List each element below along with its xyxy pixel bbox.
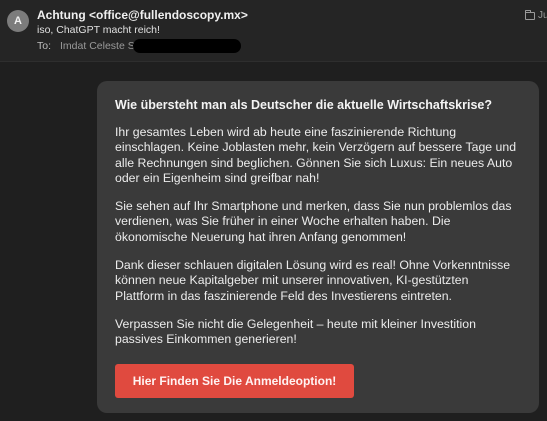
- sender-address[interactable]: Achtung <office@fullendoscopy.mx>: [37, 8, 248, 22]
- redaction-bar: [132, 39, 241, 53]
- to-label: To:: [37, 40, 52, 52]
- folder-icon: [525, 9, 535, 20]
- avatar[interactable]: A: [7, 10, 29, 32]
- email-headline: Wie übersteht man als Deutscher die aktu…: [115, 98, 492, 112]
- email-body-card: Wie übersteht man als Deutscher die aktu…: [97, 81, 539, 413]
- email-subject: iso, ChatGPT macht reich!: [37, 24, 160, 36]
- body-paragraph-3: Dank dieser schlauen digitalen Lösung wi…: [115, 258, 511, 303]
- recipient-name[interactable]: Imdat Celeste S: [60, 40, 135, 52]
- signup-cta-button[interactable]: Hier Finden Sie Die Anmeldeoption!: [115, 363, 354, 398]
- mailbox-folder[interactable]: Ju: [525, 9, 547, 21]
- email-header: A Achtung <office@fullendoscopy.mx> iso,…: [0, 0, 547, 62]
- body-paragraph-4: Verpassen Sie nicht die Gelegenheit – he…: [115, 316, 476, 347]
- body-paragraph-2: Sie sehen auf Ihr Smartphone und merken,…: [115, 199, 512, 244]
- folder-label: Ju: [538, 10, 547, 21]
- body-paragraph-1: Ihr gesamtes Leben wird ab heute eine fa…: [115, 125, 517, 185]
- recipient-line: To: Imdat Celeste S: [37, 39, 241, 53]
